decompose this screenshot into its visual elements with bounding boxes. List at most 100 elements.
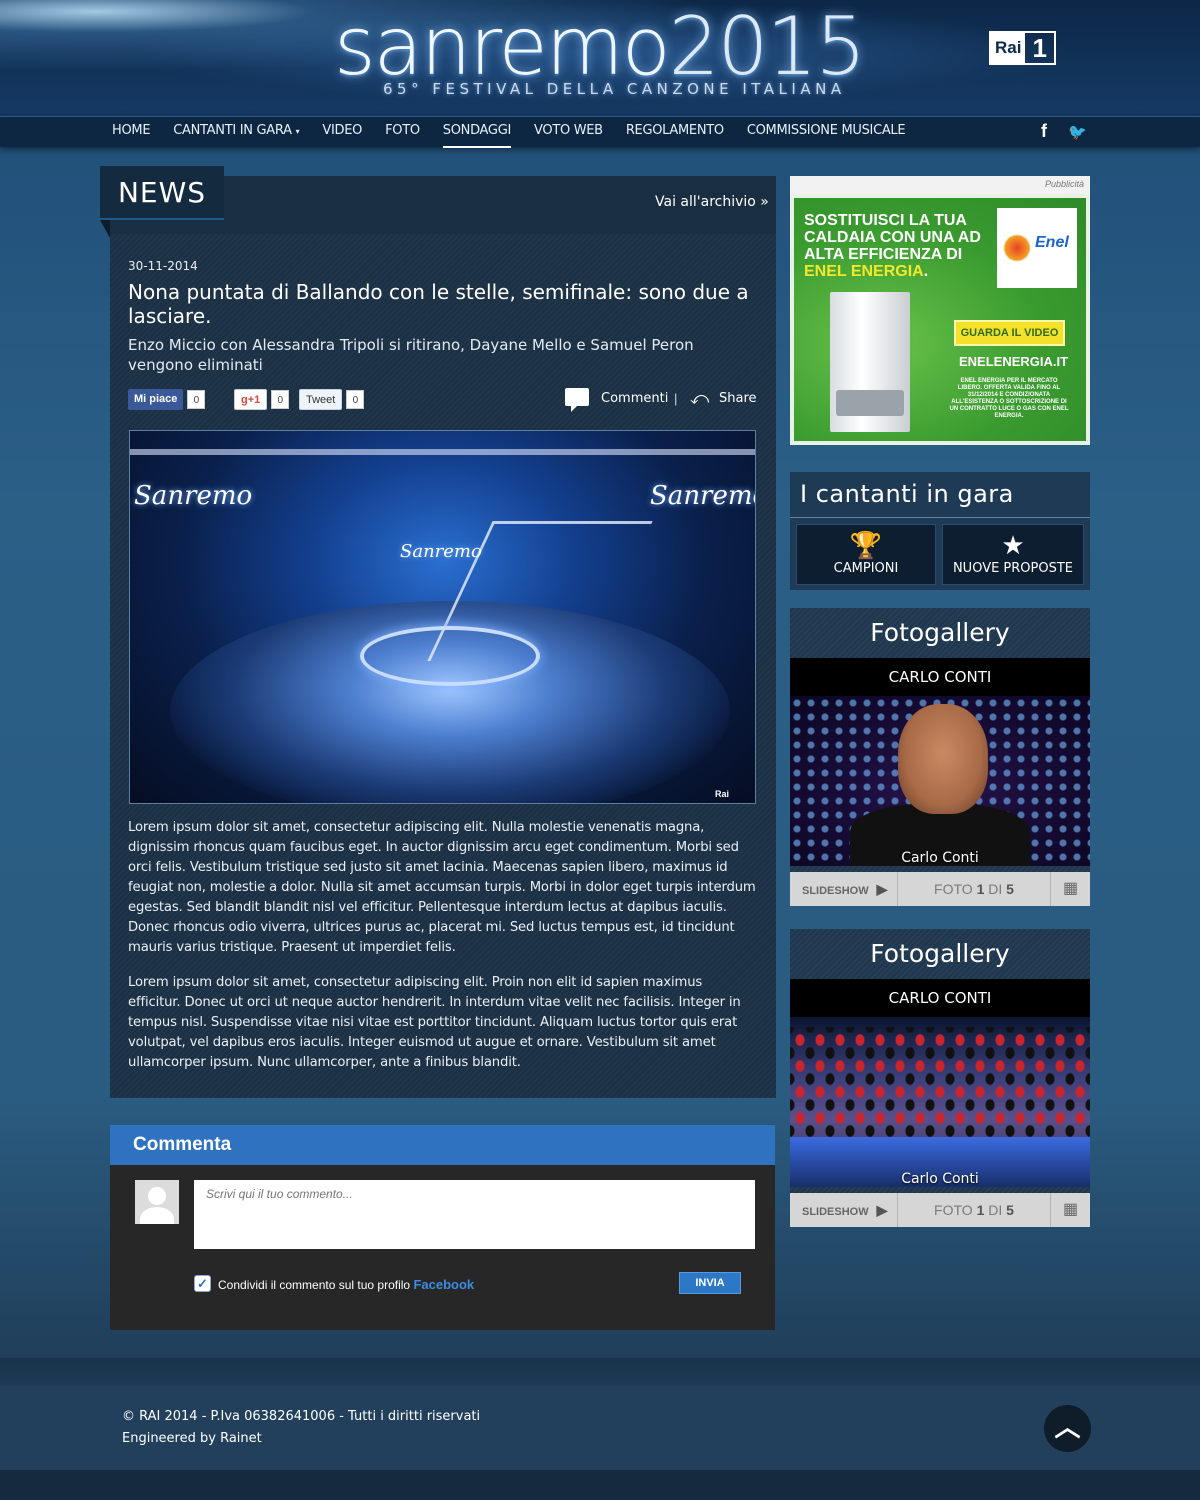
image-watermark: Rai [714, 789, 729, 799]
footer-copyright: © RAI 2014 - P.Iva 06382641006 - Tutti i… [122, 1409, 481, 1424]
grid-view-icon[interactable]: ▦ [1050, 872, 1090, 906]
ad-url: ENELENERGIA.IT [959, 354, 1069, 369]
trophy-icon: 🏆 [849, 530, 883, 560]
facebook-brand-text: Facebook [413, 1277, 475, 1292]
nav-item-sondaggi[interactable]: SONDAGGI [442, 117, 511, 148]
comment-icon[interactable] [565, 388, 589, 412]
share-icon[interactable]: ⤺ [690, 389, 709, 407]
ad-label: Pubblicità [1044, 179, 1084, 189]
fotogallery-1: Fotogallery CARLO CONTI Carlo Conti SLID… [790, 608, 1090, 906]
cantanti-divider [790, 517, 1090, 518]
article-paragraph-2: Lorem ipsum dolor sit amet, consectetur … [128, 975, 741, 1070]
footer-bottom-strip [0, 1470, 1200, 1500]
slideshow-button[interactable]: SLIDESHOW ▶ [790, 872, 898, 906]
comments-link[interactable]: Commenti [601, 391, 668, 406]
logo-subtitle: 65° FESTIVAL DELLA CANZONE ITALIANA [383, 80, 846, 98]
ad-watch-video-button[interactable]: GUARDA IL VIDEO [954, 320, 1065, 346]
share-separator: | [674, 391, 678, 406]
nav-item-home[interactable]: HOME [112, 117, 151, 148]
gallery-photo[interactable]: Carlo Conti [790, 1017, 1090, 1187]
article-date: 30-11-2014 [128, 259, 198, 273]
nav-item-foto[interactable]: FOTO [385, 117, 420, 148]
fotogallery-2: Fotogallery CARLO CONTI Carlo Conti SLID… [790, 929, 1090, 1227]
slideshow-label: SLIDESHOW [802, 885, 869, 897]
news-section-title: NEWS [117, 176, 207, 209]
avatar [135, 1180, 179, 1224]
share-facebook-checkbox[interactable]: ✓ [194, 1275, 211, 1292]
article-image[interactable]: Sanremo Sanremo Sanremo Rai [129, 430, 756, 804]
comment-header: Commenta [110, 1125, 775, 1165]
foto-total: 5 [1006, 1202, 1014, 1218]
nuove-proposte-label: NUOVE PROPOSTE [952, 561, 1074, 576]
ad-fine-print: ENEL ENERGIA PER IL MERCATO LIBERO. OFFE… [949, 378, 1069, 419]
chevron-up-icon: ︿ [1054, 1412, 1081, 1442]
tweet-button[interactable]: Tweet 0 [299, 389, 365, 410]
ad-headline: SOSTITUISCI LA TUA CALDAIA CON UNA AD AL… [804, 212, 994, 280]
nav-item-cantanti[interactable]: CANTANTI IN GARA ▾ [173, 117, 299, 148]
stage-sign-center: Sanremo [400, 541, 482, 562]
rai-number: 1 [1032, 33, 1047, 63]
nav-item-voto-web[interactable]: VOTO WEB [534, 117, 603, 148]
enel-brand: Enel [1035, 234, 1069, 251]
comment-input[interactable] [194, 1180, 755, 1249]
gallery-controls: SLIDESHOW ▶ FOTO 1 DI 5 ▦ [790, 1193, 1090, 1227]
nav-item-commissione[interactable]: COMMISSIONE MUSICALE [747, 117, 906, 148]
slideshow-button[interactable]: SLIDESHOW ▶ [790, 1193, 898, 1227]
play-icon: ▶ [876, 1202, 888, 1218]
footer-top-strip [0, 1358, 1200, 1386]
stage-ring [360, 626, 540, 686]
play-icon: ▶ [876, 881, 888, 897]
nav-item-regolamento[interactable]: REGOLAMENTO [626, 117, 724, 148]
google-plus-button[interactable]: g+1 0 [234, 389, 290, 410]
article-subtitle: Enzo Miccio con Alessandra Tripoli si ri… [128, 336, 694, 374]
tweet-count: 0 [346, 390, 365, 409]
fotogallery-title: Fotogallery [870, 939, 1010, 968]
fotogallery-title: Fotogallery [870, 618, 1010, 647]
ad-headline-end: . [923, 263, 929, 280]
sanremo-logo[interactable]: sanremo2015 [334, 2, 866, 92]
gallery-controls: SLIDESHOW ▶ FOTO 1 DI 5 ▦ [790, 872, 1090, 906]
stage-truss [130, 449, 755, 455]
article-title[interactable]: Nona puntata di Ballando con le stelle, … [128, 280, 758, 328]
tweet-label: Tweet [299, 389, 343, 410]
share-facebook-label: Condividi il commento sul tuo profilo Fa… [218, 1277, 474, 1292]
photo-caption: Carlo Conti [901, 1171, 979, 1187]
star-icon: ★ [1001, 530, 1025, 560]
gallery-caption: CARLO CONTI [790, 658, 1090, 696]
footer-engineered: Engineered by Rainet [122, 1431, 262, 1446]
grid-view-icon[interactable]: ▦ [1050, 1193, 1090, 1227]
photo-counter: FOTO 1 DI 5 [899, 872, 1049, 906]
twitter-icon[interactable]: 🐦 [1068, 123, 1087, 141]
comment-heading: Commenta [133, 1134, 232, 1155]
campioni-label: CAMPIONI [833, 561, 899, 576]
ad-headline-yellow: ENEL ENERGIA [804, 263, 924, 280]
stage-sign-left: Sanremo [134, 481, 253, 511]
boiler-image [830, 292, 910, 432]
archive-link[interactable]: Vai all'archivio » [655, 194, 769, 210]
foto-current: 1 [976, 1202, 985, 1218]
main-nav: HOME CANTANTI IN GARA ▾ VIDEO FOTO SONDAG… [0, 116, 1200, 148]
facebook-like-button[interactable]: Mi piace 0 [128, 389, 206, 410]
share-link[interactable]: Share [719, 391, 757, 406]
nav-item-cantanti-label: CANTANTI IN GARA [173, 123, 292, 138]
news-section-tab: NEWS [100, 166, 224, 220]
foto-prefix: FOTO [934, 1202, 973, 1218]
foto-prefix: FOTO [934, 881, 973, 897]
google-plus-count: 0 [271, 390, 290, 409]
enel-sun-icon [1003, 234, 1031, 262]
nav-item-video[interactable]: VIDEO [322, 117, 362, 148]
foto-current: 1 [976, 881, 985, 897]
nuove-proposte-button[interactable]: ★ NUOVE PROPOSTE [942, 524, 1084, 585]
submit-comment-button[interactable]: INVIA [679, 1272, 741, 1294]
share-bar: Mi piace 0 g+1 0 Tweet 0 Commenti | ⤺ Sh… [128, 388, 758, 412]
gallery-photo[interactable]: Carlo Conti [790, 696, 1090, 866]
site-footer [0, 1386, 1200, 1470]
rai1-logo[interactable]: Rai 1 [989, 31, 1056, 65]
ad-label-bar: Pubblicità [790, 176, 1090, 194]
facebook-icon[interactable]: f [1041, 121, 1047, 142]
enel-advertisement[interactable]: SOSTITUISCI LA TUA CALDAIA CON UNA AD AL… [790, 194, 1090, 445]
chevron-down-icon: ▾ [295, 127, 300, 136]
photo-counter: FOTO 1 DI 5 [899, 1193, 1049, 1227]
back-to-top-button[interactable]: ︿ [1044, 1405, 1091, 1452]
campioni-button[interactable]: 🏆 CAMPIONI [796, 524, 936, 585]
